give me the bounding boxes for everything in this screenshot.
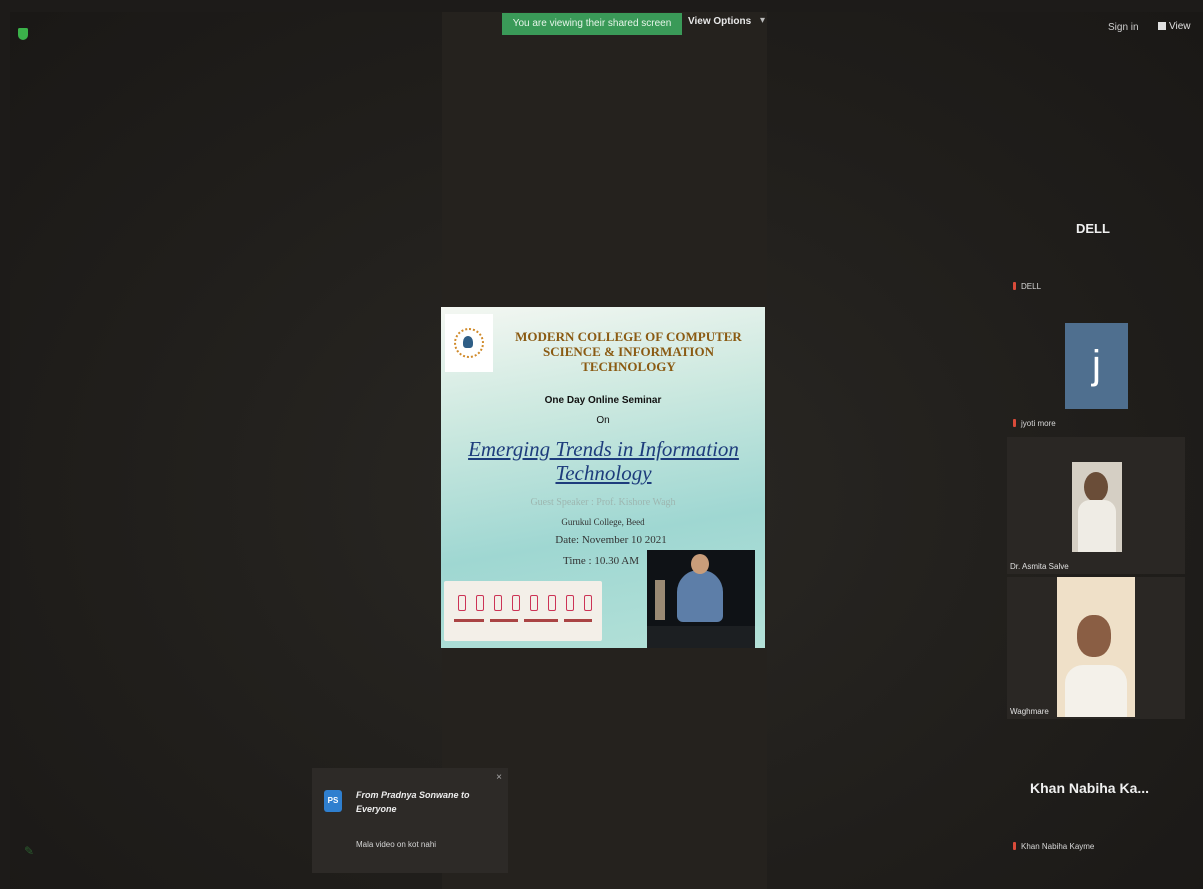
mic-muted-icon xyxy=(1013,419,1016,427)
participant-avatar[interactable]: j xyxy=(1065,323,1128,409)
slide-topic: Emerging Trends in Information Technolog… xyxy=(468,437,739,485)
slide-seminar-line: One Day Online Seminar xyxy=(544,395,662,406)
shared-slide: MODERN COLLEGE OF COMPUTER SCIENCE & INF… xyxy=(441,307,765,648)
mic-muted-icon xyxy=(1013,282,1016,290)
chevron-down-icon[interactable]: ▾ xyxy=(760,15,765,26)
participant-j-label: jyoti more xyxy=(1013,419,1056,428)
view-options-button[interactable]: View Options xyxy=(688,16,751,27)
participant-dell-name: DELL xyxy=(1076,221,1110,236)
chat-sender: From Pradnya Sonwane to Everyone xyxy=(356,790,470,814)
slide-logo-strip xyxy=(444,581,602,641)
slide-college-title: MODERN COLLEGE OF COMPUTER SCIENCE & INF… xyxy=(515,329,742,374)
close-icon[interactable]: × xyxy=(496,772,502,783)
college-logo xyxy=(445,314,493,372)
view-button[interactable]: View xyxy=(1158,21,1191,32)
view-button-label: View xyxy=(1169,21,1191,32)
participant-tile-label: Waghmare xyxy=(1010,707,1049,716)
participant-khan-label: Khan Nabiha Kayme xyxy=(1013,842,1094,851)
participant-dell-label: DELL xyxy=(1013,282,1041,291)
speaker-video-thumbnail[interactable] xyxy=(647,550,755,648)
participant-tile-label: Dr. Asmita Salve xyxy=(1010,562,1069,571)
participant-video-tile[interactable]: Waghmare xyxy=(1007,577,1185,719)
participant-video-tile[interactable]: Dr. Asmita Salve xyxy=(1007,437,1185,574)
slide-guest-speaker: Guest Speaker : Prof. Kishore Wagh xyxy=(530,497,676,508)
chat-message: Mala video on kot nahi xyxy=(356,840,437,849)
participant-khan-name: Khan Nabiha Ka... xyxy=(1030,780,1150,796)
screen-share-banner: You are viewing their shared screen xyxy=(502,13,682,35)
sign-in-link[interactable]: Sign in xyxy=(1108,22,1139,33)
chat-notification[interactable]: × PS From Pradnya Sonwane to Everyone Ma… xyxy=(312,768,508,873)
slide-date: Date: November 10 2021 xyxy=(555,534,667,546)
mic-muted-icon xyxy=(1013,842,1016,850)
slide-affiliation: Gurukul College, Beed xyxy=(561,517,645,527)
annotate-icon[interactable]: ✎ xyxy=(24,844,38,858)
slide-on-line: On xyxy=(596,415,610,426)
security-shield-icon[interactable] xyxy=(18,28,28,40)
sender-avatar: PS xyxy=(324,790,342,812)
grid-icon xyxy=(1158,22,1166,30)
